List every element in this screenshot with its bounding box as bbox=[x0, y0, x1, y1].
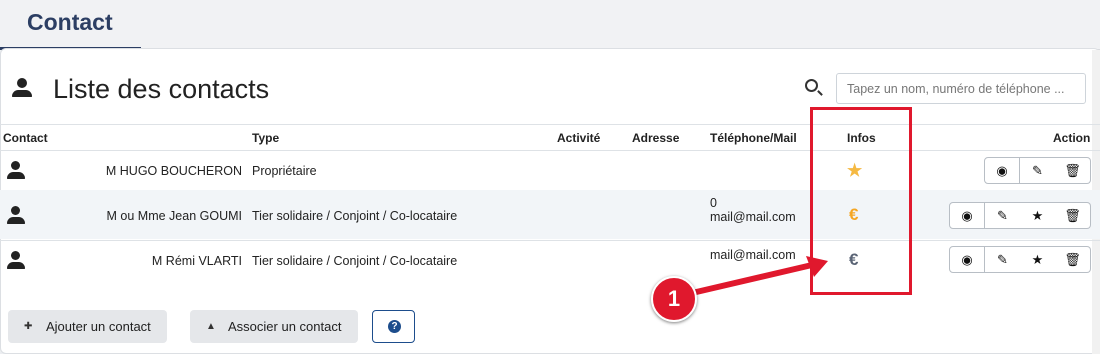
column-header-contact[interactable]: Contact bbox=[3, 131, 48, 145]
edit-button[interactable]: ✎ bbox=[985, 202, 1021, 229]
contact-name[interactable]: M HUGO BOUCHERON bbox=[60, 164, 242, 178]
mask-icon[interactable]: ◉ bbox=[984, 157, 1020, 184]
tab-bar: Contact bbox=[0, 0, 1100, 50]
help-button[interactable]: ? bbox=[372, 310, 415, 343]
person-icon bbox=[12, 78, 32, 98]
contact-phone: 0 bbox=[710, 196, 717, 210]
favorite-button[interactable]: ★ bbox=[1020, 246, 1056, 273]
column-header-adresse[interactable]: Adresse bbox=[632, 131, 679, 145]
help-icon: ? bbox=[388, 320, 401, 333]
person-icon bbox=[7, 161, 25, 179]
tab-contact[interactable]: Contact bbox=[0, 0, 141, 50]
favorite-button[interactable]: ★ bbox=[1020, 202, 1056, 229]
add-contact-label: Ajouter un contact bbox=[46, 319, 151, 334]
delete-button[interactable]: 🗑 bbox=[1055, 246, 1091, 273]
divider bbox=[0, 150, 1100, 151]
divider bbox=[0, 124, 1100, 125]
search-icon bbox=[805, 79, 818, 92]
contact-type: Propriétaire bbox=[252, 164, 317, 178]
person-add-icon: ✚ bbox=[24, 321, 33, 332]
contact-name[interactable]: M ou Mme Jean GOUMI bbox=[60, 209, 242, 223]
associate-contact-button[interactable]: ▲ Associer un contact bbox=[190, 310, 358, 343]
edit-button[interactable]: ✎ bbox=[1020, 157, 1056, 184]
column-header-type[interactable]: Type bbox=[252, 131, 279, 145]
contact-mail[interactable]: mail@mail.com bbox=[710, 210, 796, 224]
delete-button[interactable]: 🗑 bbox=[1055, 202, 1091, 229]
divider bbox=[0, 240, 1100, 241]
annotation-number-badge: 1 bbox=[651, 276, 697, 322]
page-title: Liste des contacts bbox=[53, 74, 270, 104]
tab-contact-label: Contact bbox=[27, 9, 113, 35]
column-header-activite[interactable]: Activité bbox=[557, 131, 600, 145]
mask-icon[interactable]: ◉ bbox=[949, 246, 985, 273]
search-input[interactable] bbox=[836, 73, 1086, 104]
contact-type: Tier solidaire / Conjoint / Co-locataire bbox=[252, 209, 458, 223]
associate-contact-label: Associer un contact bbox=[228, 319, 342, 334]
sitemap-icon: ▲ bbox=[206, 321, 216, 332]
add-contact-button[interactable]: ✚ Ajouter un contact bbox=[8, 310, 167, 343]
contact-type: Tier solidaire / Conjoint / Co-locataire bbox=[252, 254, 458, 268]
person-icon bbox=[7, 206, 25, 224]
mask-icon[interactable]: ◉ bbox=[949, 202, 985, 229]
annotation-arrow bbox=[690, 256, 828, 296]
delete-button[interactable]: 🗑 bbox=[1055, 157, 1091, 184]
column-header-telephone[interactable]: Téléphone/Mail bbox=[710, 131, 797, 145]
column-header-action[interactable]: Action bbox=[1053, 131, 1090, 145]
edit-button[interactable]: ✎ bbox=[985, 246, 1021, 273]
contact-name[interactable]: M Rémi VLARTI bbox=[60, 254, 242, 268]
person-icon bbox=[7, 251, 25, 269]
